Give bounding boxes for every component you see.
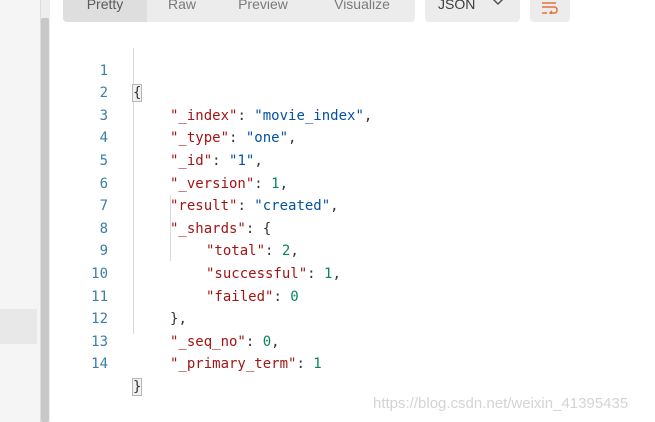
wrap-lines-button[interactable] [530,0,570,22]
json-response-editor[interactable]: 1 { 2 "_index": "movie_index", 3 "_type"… [50,37,655,396]
json-value: 1 [313,356,322,373]
code-line: 6 "result": "created", [50,150,655,215]
tab-visualize[interactable]: Visualize [309,0,415,22]
tab-preview[interactable]: Preview [217,0,309,22]
closing-brace: } [131,377,143,396]
watermark: https://blog.csdn.net/weixin_41395435 [373,395,629,412]
sidebar-selected-item[interactable] [0,309,37,344]
scrollbar-thumb[interactable] [41,18,49,422]
code-line: 5 "_version": 1, [50,127,655,192]
code-line: 11 }, [50,263,655,328]
format-dropdown[interactable]: JSON [425,0,520,22]
left-panel [0,0,40,422]
code-line: 7 "_shards": { [50,173,655,237]
code-line: 8 "total": 2, [50,195,655,260]
chevron-down-icon [492,0,504,6]
format-dropdown-value: JSON [438,0,476,12]
tab-pretty[interactable]: Pretty [63,0,147,22]
code-line: 13 "_primary_term": 1 [50,308,655,373]
code-line: 3 "_type": "one", [50,82,655,147]
line-number: 14 [91,356,108,373]
code-line: 9 "successful": 1, [50,218,655,282]
json-key: "_primary_term" [170,356,297,373]
wrap-lines-icon [542,2,558,14]
code-line: 10 "failed": 0 [50,240,655,305]
code-line: 4 "_id": "1", [50,105,655,169]
code-line: 1 { [50,37,655,103]
code-line: 2 "_index": "movie_index", [50,60,655,124]
code-line: 12 "_seq_no": 0, [50,286,655,350]
code-line: 14 } [50,331,655,396]
tab-raw[interactable]: Raw [147,0,217,22]
response-view-tabs: Pretty Raw Preview Visualize [63,0,415,22]
